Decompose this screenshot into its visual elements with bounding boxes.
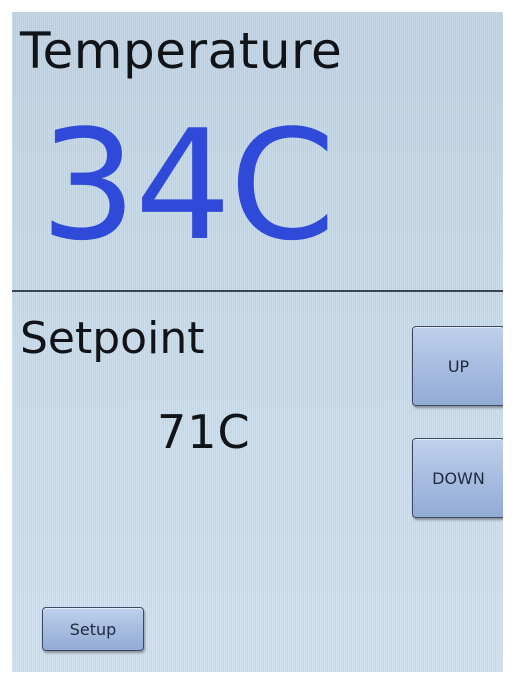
temperature-value: 34C xyxy=(40,97,336,274)
up-button-label: UP xyxy=(447,356,470,376)
down-button-label: DOWN xyxy=(432,468,485,488)
setup-button[interactable]: Setup xyxy=(42,607,144,651)
setpoint-title: Setpoint xyxy=(20,313,205,364)
down-button[interactable]: DOWN xyxy=(412,438,503,518)
up-button[interactable]: UP xyxy=(412,326,503,406)
setpoint-value: 71C xyxy=(157,405,251,459)
setup-button-label: Setup xyxy=(69,619,117,639)
thermostat-screen: Temperature 34C Setpoint 71C UP DOWN Set… xyxy=(12,12,503,672)
section-divider xyxy=(12,290,503,292)
temperature-title: Temperature xyxy=(20,22,343,80)
